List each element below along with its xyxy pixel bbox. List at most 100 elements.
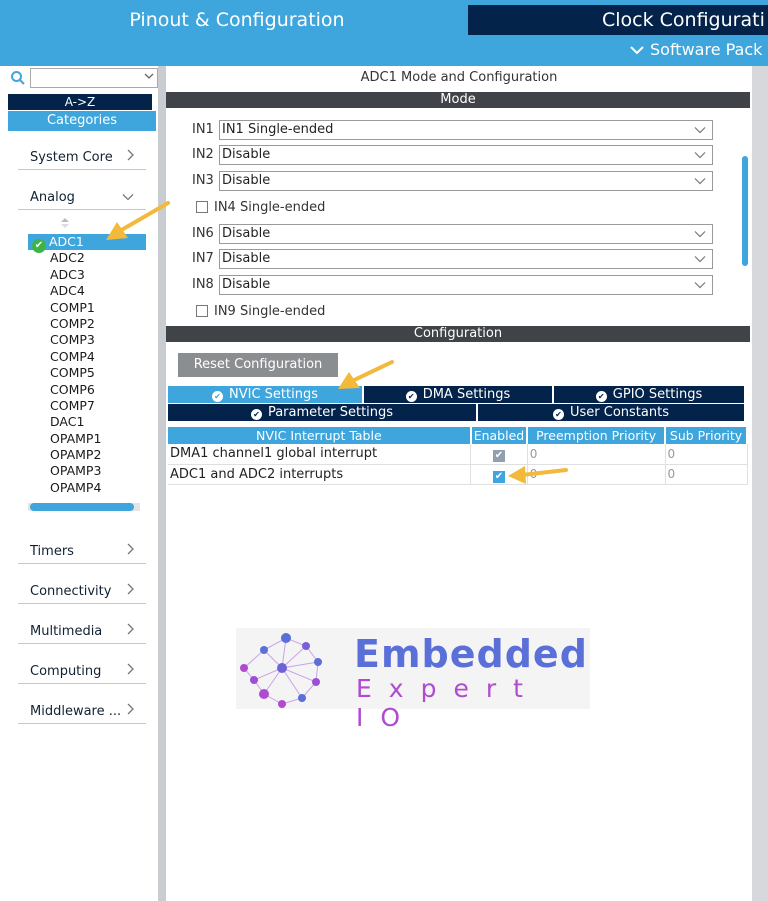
tab-parameter-settings[interactable]: ✔ Parameter Settings [168,404,476,421]
network-brain-icon [240,633,322,708]
list-scroll-up-icon[interactable] [60,218,70,231]
mode-scrollbar[interactable] [742,156,748,266]
peripheral-item-comp2[interactable]: COMP2 [28,316,146,332]
tab-dma-settings[interactable]: ✔ DMA Settings [364,386,552,403]
peripheral-list-scrollbar[interactable] [30,503,134,511]
reset-configuration-button[interactable]: Reset Configuration [178,353,338,377]
tab-clock-configuration[interactable]: Clock Configurati [468,5,768,35]
column-header[interactable]: Preemption Priority [527,427,667,444]
peripheral-item-adc2[interactable]: ADC2 [28,250,146,266]
tab-pinout-configuration[interactable]: Pinout & Configuration [8,5,466,35]
preemption-priority-cell[interactable]: 0 [527,464,666,485]
watermark-logo: Embedded Expert IO [236,628,590,732]
in7-select[interactable]: Disable [219,249,713,269]
mode-label: IN1 [192,122,214,137]
checkbox-label: IN9 Single-ended [214,304,326,318]
peripheral-item-adc3[interactable]: ADC3 [28,267,146,283]
peripheral-item-adc1[interactable]: ✔ ADC1 [28,234,146,253]
peripheral-label: COMP4 [50,348,95,364]
peripheral-item-comp1[interactable]: COMP1 [28,300,146,316]
column-header[interactable]: Enabled [470,427,529,444]
category-analog[interactable]: Analog [18,186,146,210]
peripheral-item-opamp4[interactable]: OPAMP4 [28,480,146,496]
in2-select[interactable]: Disable [219,145,713,165]
checkbox-box [196,201,208,213]
chevron-down-icon [694,146,706,164]
category-label: Analog [30,190,75,205]
mode-label: IN3 [192,173,214,188]
enabled-checkbox[interactable]: ✔ [492,470,505,483]
search-input[interactable] [30,68,158,88]
peripheral-item-opamp3[interactable]: OPAMP3 [28,463,146,479]
select-value: Disable [222,173,271,188]
select-value: Disable [222,277,271,292]
peripheral-item-comp7[interactable]: COMP7 [28,398,146,414]
check-circle-icon: ✔ [250,409,262,420]
peripheral-item-dac1[interactable]: DAC1 [28,414,146,430]
category-multimedia[interactable]: Multimedia [18,620,146,644]
category-computing[interactable]: Computing [18,660,146,684]
preemption-priority-cell[interactable]: 0 [527,444,666,465]
category-connectivity[interactable]: Connectivity [18,580,146,604]
in6-select[interactable]: Disable [219,224,713,244]
configuration-section-bar[interactable]: Configuration [166,326,750,342]
chevron-down-icon [630,40,644,60]
peripheral-item-comp3[interactable]: COMP3 [28,332,146,348]
tab-user-constants[interactable]: ✔ User Constants [478,404,744,421]
sort-az-button[interactable]: A->Z [8,94,152,110]
checkbox-label: IN4 Single-ended [214,200,326,215]
sub-priority-cell[interactable]: 0 [665,444,748,465]
table-row[interactable]: ADC1 and ADC2 interrupts ✔ 0 0 [168,464,748,485]
peripheral-item-comp5[interactable]: COMP5 [28,365,146,381]
peripheral-label: OPAMP3 [50,463,102,479]
in9-single-ended-checkbox[interactable]: IN9 Single-ended [196,303,325,318]
category-system-core[interactable]: System Core [18,146,146,170]
panel-title: ADC1 Mode and Configuration [360,70,558,85]
in3-select[interactable]: Disable [219,171,713,191]
check-circle-icon: ✔ [553,409,564,420]
nvic-interrupt-table: NVIC Interrupt Table Enabled Preemption … [168,427,748,485]
peripheral-item-comp6[interactable]: COMP6 [28,382,146,398]
enabled-checkbox[interactable]: ✔ [492,450,505,463]
in8-select[interactable]: Disable [219,275,713,295]
chevron-down-icon [122,186,134,210]
panel-splitter[interactable] [752,66,768,901]
category-middleware[interactable]: Middleware ... [18,700,146,724]
mode-configuration-panel: ADC1 Mode and Configuration Mode IN1 IN1… [166,66,752,901]
mode-label: IN2 [192,147,214,162]
peripheral-label: ADC3 [50,266,85,282]
column-header[interactable]: NVIC Interrupt Table [168,427,472,444]
search-icon[interactable] [10,70,26,86]
sidebar-splitter[interactable] [158,66,166,901]
sub-priority-cell[interactable]: 0 [665,464,748,485]
in1-select[interactable]: IN1 Single-ended [219,120,713,140]
sort-categories-button[interactable]: Categories [8,111,156,131]
peripheral-label: COMP5 [50,365,95,381]
chevron-right-icon [126,540,134,564]
chevron-right-icon [126,660,134,684]
chevron-down-icon [694,250,706,268]
tab-label: User Constants [570,405,669,420]
in4-single-ended-checkbox[interactable]: IN4 Single-ended [196,199,325,217]
mode-label: IN7 [192,251,214,266]
category-label: Middleware ... [30,704,122,719]
check-circle-icon: ✔ [32,239,46,253]
tab-label: DMA Settings [422,387,511,402]
peripheral-item-adc4[interactable]: ADC4 [28,283,146,299]
category-label: Multimedia [30,624,103,639]
category-timers[interactable]: Timers [18,540,146,564]
peripheral-item-opamp1[interactable]: OPAMP1 [28,431,146,447]
software-packs-menu[interactable]: Software Pack [630,40,762,60]
peripheral-item-comp4[interactable]: COMP4 [28,349,146,365]
tab-gpio-settings[interactable]: ✔ GPIO Settings [554,386,744,403]
peripheral-label: COMP3 [50,332,95,348]
mode-area: IN1 IN1 Single-ended IN2 Disable IN3 Dis… [166,108,750,318]
table-row[interactable]: DMA1 channel1 global interrupt ✔ 0 0 [168,444,748,465]
check-circle-icon: ✔ [405,391,417,402]
mode-row-in8: IN8 Disable [192,275,722,295]
watermark-subtitle: Expert IO [356,674,540,732]
peripheral-item-opamp2[interactable]: OPAMP2 [28,447,146,463]
mode-section-bar[interactable]: Mode [166,92,750,108]
column-header[interactable]: Sub Priority [665,427,748,444]
tab-nvic-settings[interactable]: ✔ NVIC Settings [168,386,362,403]
